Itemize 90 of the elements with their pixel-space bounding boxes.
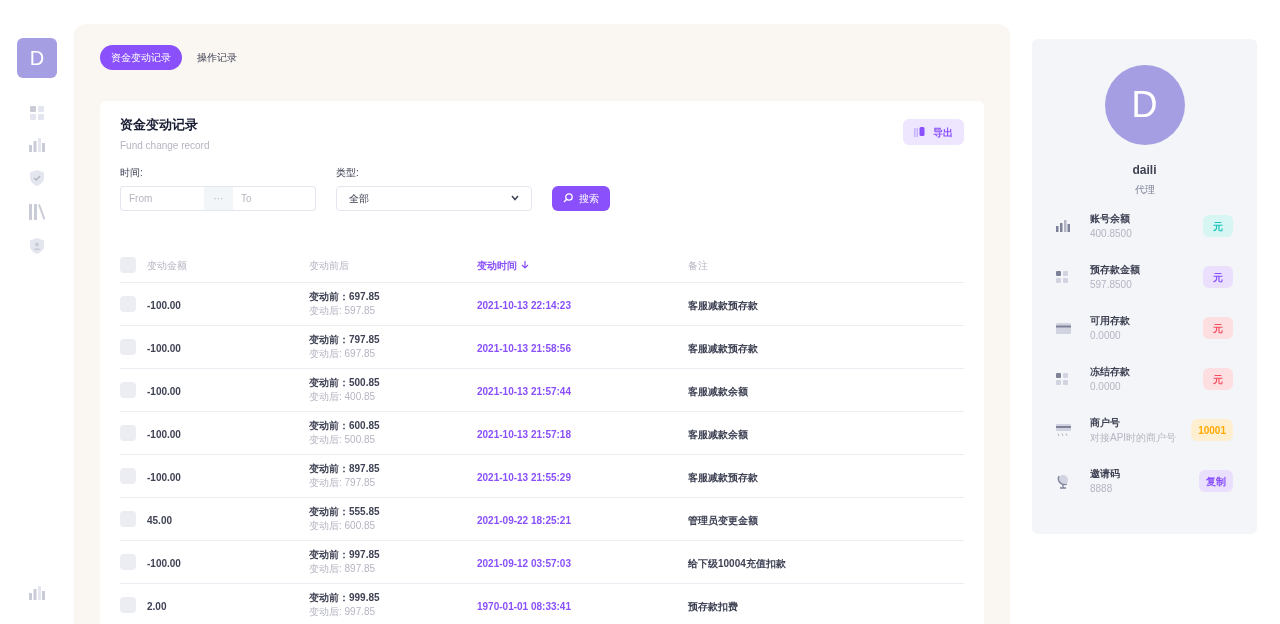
search-icon (563, 193, 573, 203)
note-cell: 预存款扣费 (688, 600, 738, 612)
card-subtitle: Fund change record (120, 138, 210, 153)
item-title: 预存款金额 (1090, 263, 1141, 277)
globe-icon (1056, 473, 1070, 489)
time-cell: 2021-10-13 21:57:18 (477, 428, 571, 440)
unit-tag: 10001 (1191, 419, 1233, 441)
balance-before: 变动前：797.85 (309, 333, 381, 347)
range-separator: ··· (204, 185, 233, 211)
balance-after: 变动后: 597.85 (309, 304, 377, 317)
item-title: 冻结存款 (1090, 365, 1131, 379)
column-header[interactable]: 变动时间 (477, 257, 529, 273)
balance-after: 变动后: 997.85 (309, 605, 377, 618)
amount-cell: -100.00 (147, 428, 181, 440)
time-cell: 2021-10-13 21:55:29 (477, 471, 571, 483)
item-value: 0.0000 (1090, 380, 1122, 394)
unit-tag: 元 (1203, 266, 1233, 288)
terminal-icon (1056, 423, 1071, 437)
search-button[interactable]: 搜索 (552, 185, 610, 211)
time-cell: 2021-10-13 21:57:44 (477, 385, 571, 397)
balance-before: 变动前：897.85 (309, 462, 381, 476)
item-value: 597.8500 (1090, 278, 1133, 292)
export-button[interactable]: 导出 (903, 119, 964, 145)
balance-after: 变动后: 500.85 (309, 433, 377, 446)
bar-chart-icon[interactable] (29, 586, 45, 600)
unit-tag: 元 (1203, 215, 1233, 237)
profile-avatar: D (1104, 65, 1185, 145)
amount-cell: -100.00 (147, 299, 181, 311)
balance-after: 变动后: 400.85 (309, 390, 377, 403)
balance-before: 变动前：500.85 (309, 376, 381, 390)
time-cell: 2021-09-22 18:25:21 (477, 514, 571, 526)
shield-user-icon[interactable] (30, 238, 44, 254)
type-label: 类型: (336, 165, 360, 180)
amount-cell: -100.00 (147, 385, 181, 397)
bar-chart-icon (1056, 220, 1070, 232)
item-value: 0.0000 (1090, 329, 1122, 343)
avatar: D (17, 38, 57, 78)
balance-before: 变动前：997.85 (309, 548, 381, 562)
item-value: 400.8500 (1090, 227, 1133, 241)
amount-cell: 45.00 (147, 514, 173, 526)
note-cell: 管理员变更金额 (688, 514, 758, 526)
time-cell: 1970-01-01 08:33:41 (477, 600, 571, 612)
grid-icon[interactable] (30, 106, 44, 120)
grid-icon (1056, 373, 1068, 385)
time-cell: 2021-10-13 22:14:23 (477, 299, 571, 311)
item-value: 8888 (1090, 482, 1114, 496)
note-cell: 客服减款预存款 (688, 299, 758, 311)
sort-arrow-icon (521, 261, 529, 269)
chevron-down-icon (511, 195, 519, 201)
balance-before: 变动前：600.85 (309, 419, 381, 433)
to-date-field[interactable]: To (233, 185, 316, 211)
item-title: 邀请码 (1090, 467, 1121, 481)
tab[interactable]: 操作记录 (186, 45, 248, 70)
time-cell: 2021-09-12 03:57:03 (477, 557, 571, 569)
note-cell: 客服减款预存款 (688, 342, 758, 354)
note-cell: 客服减款余额 (688, 385, 748, 397)
export-icon (914, 126, 925, 138)
grid-icon (1056, 271, 1068, 283)
tab[interactable]: 资金变动记录 (100, 45, 182, 70)
copy-button[interactable]: 复制 (1199, 470, 1233, 492)
amount-cell: -100.00 (147, 557, 181, 569)
credit-card-icon (1056, 322, 1071, 334)
note-cell: 客服减款余额 (688, 428, 748, 440)
library-icon[interactable] (29, 204, 45, 220)
item-title: 账号余额 (1090, 212, 1131, 226)
type-select[interactable]: 全部 (336, 185, 532, 211)
from-date-field[interactable]: From (120, 185, 204, 211)
unit-tag: 元 (1203, 368, 1233, 390)
note-cell: 给下级10004充值扣款 (688, 557, 786, 569)
username: daili (1132, 162, 1157, 179)
time-cell: 2021-10-13 21:58:56 (477, 342, 571, 354)
balance-after: 变动后: 600.85 (309, 519, 377, 532)
unit-tag: 元 (1203, 317, 1233, 339)
shield-check-icon[interactable] (30, 170, 44, 186)
card-title: 资金变动记录 (120, 116, 199, 134)
item-title: 可用存款 (1090, 314, 1131, 328)
user-role: 代理 (1134, 183, 1155, 197)
balance-after: 变动后: 697.85 (309, 347, 377, 360)
amount-cell: 2.00 (147, 600, 167, 612)
item-title: 商户号 (1090, 416, 1121, 430)
note-cell: 客服减款预存款 (688, 471, 758, 483)
balance-before: 变动前：555.85 (309, 505, 381, 519)
time-label: 时间: (120, 165, 144, 180)
bar-chart-icon[interactable] (29, 138, 45, 152)
balance-after: 变动后: 797.85 (309, 476, 377, 489)
balance-before: 变动前：999.85 (309, 591, 381, 605)
amount-cell: -100.00 (147, 342, 181, 354)
balance-after: 变动后: 897.85 (309, 562, 377, 575)
balance-before: 变动前：697.85 (309, 290, 381, 304)
amount-cell: -100.00 (147, 471, 181, 483)
